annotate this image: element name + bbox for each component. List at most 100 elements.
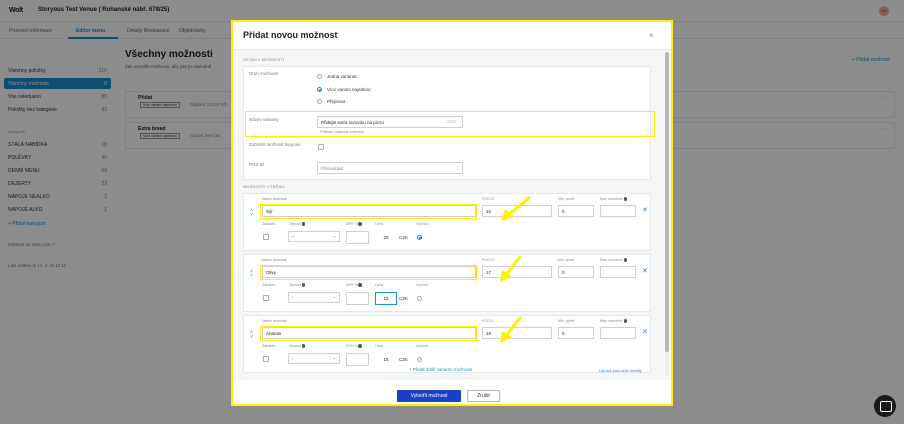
option-max-input[interactable] — [600, 327, 636, 339]
scrollbar-thumb[interactable] — [665, 52, 669, 352]
option-name-input[interactable]: Sýr — [262, 205, 476, 217]
chat-icon[interactable] — [874, 395, 896, 417]
col-deposit-label: Deposit — [289, 344, 306, 348]
option-name-value: Olivy — [266, 270, 276, 275]
choices-section-label: MOŽNOSTI VÝBĚRU — [243, 184, 285, 189]
info-icon — [623, 197, 628, 201]
col-min-label: Min. počet — [558, 319, 575, 323]
reorder-icon[interactable]: ˄ ˅ — [250, 331, 253, 340]
option-card: ˄ ˅ Název možnosti Olivy POS ID 17 Min. p… — [243, 254, 651, 312]
remove-option-icon[interactable]: ✕ — [642, 206, 648, 214]
col-preselect-label: Výchozí — [416, 222, 429, 226]
col-vat-label: DPH % — [346, 222, 362, 226]
advanced-details-link[interactable]: Upravit pokročilé detaily — [599, 368, 641, 373]
col-name-label: Název možnosti — [262, 258, 287, 262]
col-pos-label: POS ID — [482, 319, 494, 323]
option-card: ˄ ˅ Název možnosti Ananas POS ID 18 Min. … — [243, 315, 651, 373]
col-deposit-label: Deposit — [289, 283, 306, 287]
info-icon — [358, 283, 362, 287]
reorder-icon[interactable]: ˄ ˅ — [250, 270, 253, 279]
variant-name-value: Přidejte extra surovinu na pizzu — [321, 120, 384, 125]
preselect-radio[interactable] — [417, 357, 422, 362]
price-value: 15 — [383, 357, 389, 362]
col-default-label: Základní — [262, 283, 276, 287]
info-icon — [358, 344, 362, 348]
reorder-icon[interactable]: ˄ ˅ — [250, 209, 253, 218]
deposit-select[interactable]: - ⌄ — [288, 353, 340, 364]
default-checkbox[interactable] — [263, 356, 269, 362]
col-pos-label: POS ID — [482, 258, 494, 262]
option-name-input[interactable]: Ananas — [262, 327, 476, 339]
arrow-icon — [501, 196, 531, 221]
option-min-value: 0 — [562, 209, 565, 214]
radio-single[interactable] — [317, 74, 322, 79]
info-icon — [358, 222, 362, 226]
currency-label: CZK — [399, 357, 408, 362]
arrow-icon — [500, 255, 522, 282]
chevron-down-icon: ⌄ — [332, 355, 336, 360]
radio-toggle-label: Přepnout — [327, 99, 346, 104]
col-vat-label: DPH % — [346, 344, 362, 348]
close-icon[interactable]: × — [649, 31, 654, 40]
option-name-input[interactable]: Olivy — [262, 266, 476, 278]
col-deposit-label: Deposit — [289, 222, 306, 226]
col-default-label: Základní — [262, 344, 276, 348]
deposit-value: - — [292, 295, 294, 301]
col-price-label: Cena — [375, 283, 384, 287]
remove-option-icon[interactable]: ✕ — [642, 267, 648, 275]
default-checkbox[interactable] — [263, 295, 269, 301]
col-name-label: Název možnosti — [262, 197, 287, 201]
vat-input[interactable] — [346, 292, 369, 305]
vat-input[interactable] — [346, 353, 369, 366]
option-min-value: 0 — [562, 270, 565, 275]
price-input[interactable]: 15 — [375, 353, 397, 366]
radio-toggle[interactable] — [317, 99, 322, 104]
deposit-select[interactable]: - ⌄ — [288, 231, 340, 242]
option-type-label: Druh možnosti — [249, 71, 279, 76]
deposit-select[interactable]: - ⌄ — [288, 292, 340, 303]
cancel-button[interactable]: Zrušit — [467, 390, 500, 402]
variant-name-hint: Příklad: Vyberat zeleninu — [320, 129, 365, 134]
col-preselect-label: Výchozí — [416, 283, 429, 287]
col-price-label: Cena — [375, 222, 384, 226]
currency-label: CZK — [399, 296, 408, 301]
pos-id-input[interactable]: Přenastavit — [317, 162, 463, 174]
pos-id-label: POS ID — [249, 162, 265, 167]
vat-input[interactable] — [346, 231, 369, 244]
option-max-input[interactable] — [600, 205, 636, 217]
col-min-label: Min. počet — [558, 258, 575, 262]
default-checkbox[interactable] — [263, 234, 269, 240]
chevron-down-icon: ⌄ — [332, 233, 336, 238]
price-input[interactable]: 15 — [375, 292, 397, 305]
preselect-radio[interactable] — [417, 296, 422, 301]
preselect-radio[interactable] — [417, 235, 422, 240]
create-option-button[interactable]: Vytvořit možnost — [397, 390, 461, 402]
option-min-input[interactable]: 0 — [558, 266, 594, 278]
option-min-input[interactable]: 0 — [558, 327, 594, 339]
show-to-courier-checkbox[interactable] — [318, 144, 324, 150]
option-min-value: 0 — [562, 331, 565, 336]
radio-single-label: Jedna varianta — [327, 74, 357, 79]
price-input[interactable]: 20 — [375, 231, 397, 244]
variant-name-input[interactable]: Přidejte extra surovinu na pizzu — [317, 116, 463, 128]
col-vat-label: DPH % — [346, 283, 362, 287]
price-value: 15 — [383, 296, 389, 301]
col-max-label: Max. množství — [600, 319, 628, 323]
price-value: 20 — [383, 235, 389, 240]
option-min-input[interactable]: 0 — [558, 205, 594, 217]
currency-label: CZK — [399, 235, 408, 240]
variant-name-counter: 32/30 — [447, 120, 456, 124]
col-price-label: Cena — [375, 344, 384, 348]
info-icon — [623, 258, 628, 262]
show-to-courier-label: Zobrazit možnost kuryrovi — [249, 142, 301, 147]
option-max-input[interactable] — [600, 266, 636, 278]
option-name-value: Sýr — [266, 209, 273, 214]
add-variant-link[interactable]: + Přidat další variantu možnosti — [409, 367, 472, 372]
remove-option-icon[interactable]: ✕ — [642, 328, 648, 336]
modal-body: DETAILY MOŽNOSTI Druh možnosti Jedna var… — [233, 50, 671, 380]
chevron-down-icon: ⌄ — [332, 294, 336, 299]
option-pos-value: 18 — [486, 331, 492, 336]
modal-title: Přidat novou možnost — [243, 30, 338, 40]
col-default-label: Základní — [262, 222, 276, 226]
radio-multiple[interactable] — [317, 87, 322, 92]
